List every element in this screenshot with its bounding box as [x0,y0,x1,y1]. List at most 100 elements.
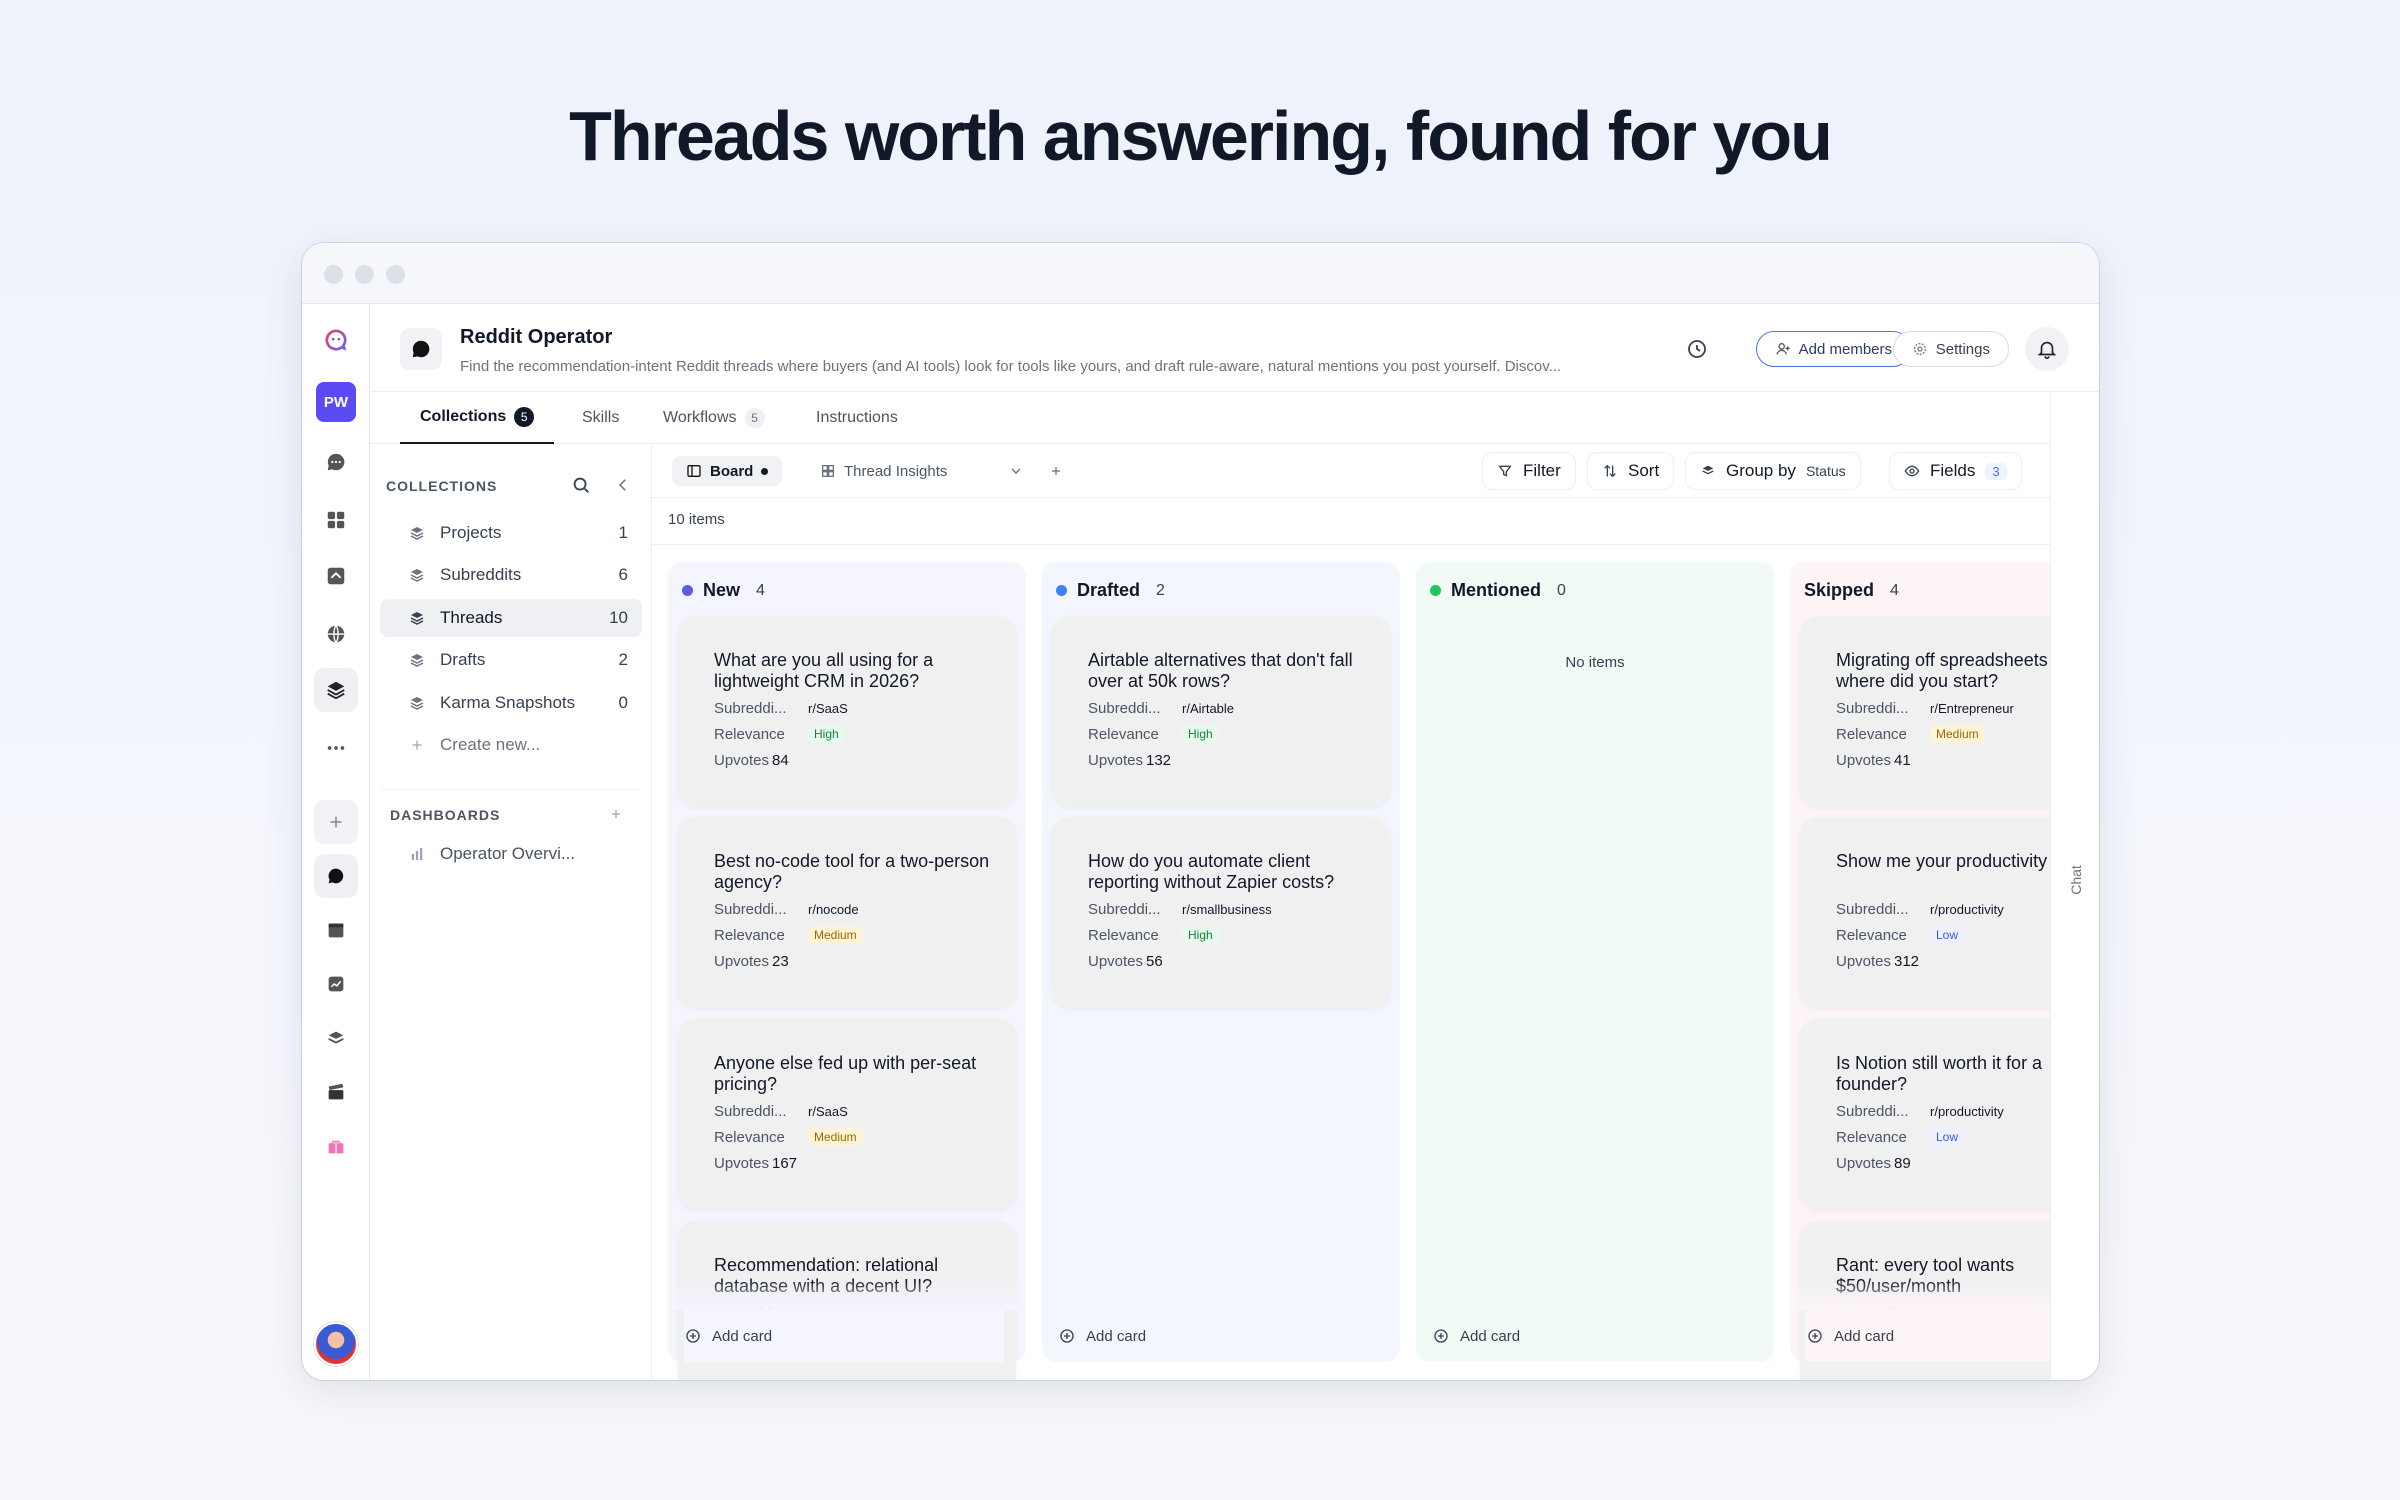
card-field-upvotes: Upvotes 84 [714,751,789,769]
layers-icon [1702,465,1714,475]
card-field-relevance: Relevance Low [1836,1127,2050,1147]
add-members-button[interactable]: Add members [1755,331,1911,367]
column-header: Skipped 4 [1804,580,1899,601]
group-by-button[interactable]: Group by Status [1685,452,1861,490]
card-title: Migrating off spreadsheets — where did y… [1836,650,2050,691]
search-icon[interactable] [570,474,592,496]
collection-threads[interactable]: Threads 10 [380,599,642,637]
tab-collections[interactable]: Collections 5 [400,392,555,444]
column-name: Skipped [1804,580,1875,600]
relevance-badge: Medium [808,1128,863,1146]
chat-panel-toggle[interactable]: Chat [2050,392,2099,1380]
active-view-dot [761,467,769,475]
fields-button[interactable]: Fields 3 [1889,452,2022,490]
settings-button[interactable]: Settings [1892,331,2009,367]
filter-button[interactable]: Filter [1482,452,1576,490]
card-field-upvotes: Upvotes 167 [714,1154,798,1172]
card-field-subreddit: Subreddi... r/productivity [1836,900,2004,918]
app-title: Reddit Operator [460,326,613,348]
apps-grid-icon[interactable] [314,498,358,542]
chat-bubble-icon[interactable] [314,440,358,484]
card-title: What are you all using for a lightweight… [714,650,934,691]
card-field-subreddit: Subreddi...r/nocode [714,900,859,918]
clapper-icon[interactable] [314,1070,358,1114]
create-new-collection-button[interactable]: Create new... [380,726,642,764]
board-column-skipped: Skipped 4 Migrating off spreadsheets — whe… [1790,562,2050,1380]
window-close-dot[interactable] [324,265,343,284]
thread-card[interactable]: Best no-code tool for a two-person agenc… [678,817,1016,1007]
add-view-icon[interactable] [1048,463,1064,479]
chart-icon[interactable] [314,962,358,1006]
thread-card[interactable]: Anyone else fed up with per-seat pricing… [678,1019,1016,1209]
user-avatar[interactable] [314,1322,358,1366]
sidebar-divider [382,789,639,790]
add-card-button[interactable]: Add card [1806,1310,2050,1362]
column-count: 4 [756,581,765,599]
add-card-button[interactable]: Add card [1058,1310,1378,1362]
thread-card[interactable]: What are you all using for a lightweight… [678,616,1016,806]
plus-circle-icon [1060,1329,1074,1343]
add-dashboard-icon[interactable] [608,806,624,822]
tab-workflows[interactable]: Workflows 5 [663,392,765,444]
chat-label: Chat [2067,865,2084,895]
card-field-relevance: Relevance Medium [1836,724,2050,744]
column-header: Mentioned 0 [1430,580,1566,601]
calendar-icon[interactable] [314,908,358,952]
collection-subreddits[interactable]: Subreddits 6 [380,556,642,594]
card-field-upvotes: Upvotes 56 [1088,952,1163,970]
collection-projects[interactable]: Projects 1 [380,514,642,552]
thread-card[interactable]: How do you automate client reporting wit… [1052,817,1390,1007]
card-field-relevance: Relevance High [1088,724,1390,744]
board-toolbar: Board Thread Insights Filter Sort Group … [652,444,2050,498]
board-view-tab[interactable]: Board [672,456,783,486]
tab-instructions[interactable]: Instructions [816,392,898,444]
plus-circle-icon [1808,1329,1822,1343]
card-title: Is Notion still worth it for a founder? [1836,1053,2043,1094]
card-title: Airtable alternatives that don't fall ov… [1088,650,1353,691]
sort-button[interactable]: Sort [1587,452,1675,490]
card-field-upvotes: Upvotes 312 [1836,952,1920,970]
collection-drafts[interactable]: Drafts 2 [380,641,642,679]
more-icon[interactable] [314,726,358,770]
board-column-new: New 4 What are you all using for a lightwe… [668,562,1026,1380]
thread-card[interactable]: Migrating off spreadsheets — where did y… [1800,616,2050,806]
layers-icon [410,697,424,710]
thread-card[interactable]: Airtable alternatives that don't fall ov… [1052,616,1390,806]
card-field-subreddit: Subreddi...r/smallbusiness [1088,900,1272,918]
layers-icon [410,569,424,582]
collapse-chevron-icon[interactable] [614,476,632,494]
relevance-badge: Medium [1930,725,1985,743]
globe-icon[interactable] [314,612,358,656]
thread-card[interactable]: Is Notion still worth it for a founder? S… [1800,1019,2050,1209]
layers-icon[interactable] [314,668,358,712]
layers-icon [410,527,424,540]
collection-karma-snapshots[interactable]: Karma Snapshots 0 [380,684,642,722]
no-items-text: No items [1565,654,1625,671]
dashboard-operator-overview[interactable]: Operator Overvi... [380,835,642,873]
card-field-subreddit: Subreddi... r/SaaS [714,699,848,717]
window-maximize-dot[interactable] [386,265,405,284]
card-title: Anyone else fed up with per-seat pricing… [714,1053,977,1094]
column-fade [668,1280,1026,1310]
history-icon[interactable] [1685,337,1709,361]
chevron-down-icon[interactable] [1008,463,1024,479]
column-header: New 4 [682,580,765,601]
stack-icon[interactable] [314,1016,358,1060]
add-icon[interactable] [314,800,358,844]
thread-card[interactable]: Show me your productivity stack Subreddi.… [1800,817,2050,1007]
chat-icon[interactable] [314,854,358,898]
filter-icon [1498,465,1512,477]
window-minimize-dot[interactable] [355,265,374,284]
workspace-avatar[interactable]: PW [316,382,356,422]
app-logo-icon[interactable] [314,318,358,362]
gift-icon[interactable] [314,1124,358,1168]
add-card-button[interactable]: Add card [1432,1310,1752,1362]
page-headline: Threads worth answering, found for you [569,97,1833,175]
tab-skills[interactable]: Skills [582,392,619,444]
column-fade [1790,1280,2050,1310]
thread-insights-view-tab[interactable]: Thread Insights [820,456,947,486]
add-card-button[interactable]: Add card [684,1310,1004,1362]
relevance-badge: Low [1930,1128,1965,1146]
notifications-button[interactable] [2025,327,2069,371]
inbox-icon[interactable] [314,554,358,598]
